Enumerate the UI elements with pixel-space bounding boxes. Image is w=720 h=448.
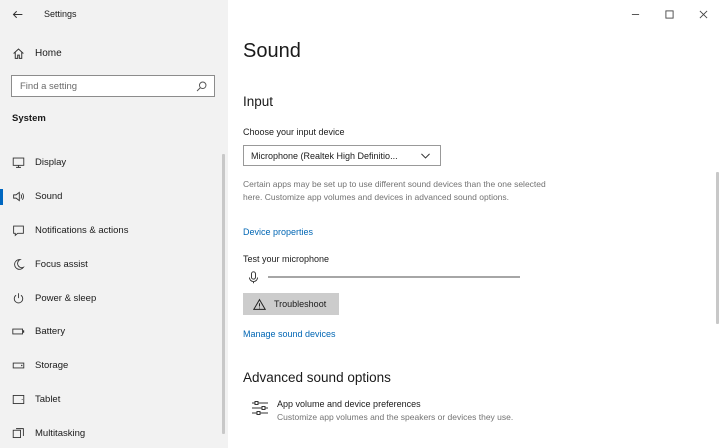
chevron-down-icon [419, 149, 432, 162]
back-button[interactable] [0, 0, 34, 28]
troubleshoot-label: Troubleshoot [274, 299, 327, 309]
sidebar-item-label: Storage [35, 360, 69, 372]
choose-device-label: Choose your input device [243, 127, 345, 137]
speaker-icon [12, 190, 25, 203]
app-volume-preferences-item[interactable]: App volume and device preferences Custom… [251, 399, 513, 422]
mic-level-row [247, 269, 547, 285]
sidebar-item-label: Focus assist [35, 258, 88, 270]
advanced-heading: Advanced sound options [243, 370, 391, 385]
page-title: Sound [243, 40, 301, 62]
sidebar-item-label: Notifications & actions [35, 224, 129, 236]
notification-icon [12, 224, 25, 237]
back-arrow-icon [11, 8, 24, 21]
home-icon [12, 47, 25, 60]
app-volume-title: App volume and device preferences [277, 399, 421, 409]
close-icon [697, 8, 710, 21]
main-scrollbar[interactable] [716, 172, 719, 324]
sidebar-item-multitasking[interactable]: Multitasking [0, 416, 228, 448]
sidebar-item-label: Display [35, 157, 67, 169]
minimize-icon [629, 8, 642, 21]
app-title: Settings [44, 9, 77, 19]
input-device-value: Microphone (Realtek High Definitio... [251, 150, 398, 161]
device-properties-link[interactable]: Device properties [243, 227, 313, 237]
sidebar-scrollbar[interactable] [222, 154, 225, 434]
input-device-dropdown[interactable]: Microphone (Realtek High Definitio... [243, 145, 441, 166]
sidebar-item-label: Tablet [35, 393, 61, 405]
microphone-icon [247, 270, 260, 284]
sidebar-item-label: Power & sleep [35, 292, 97, 304]
sidebar-item-label: Multitasking [35, 427, 86, 439]
search-box[interactable] [11, 75, 215, 97]
battery-icon [12, 325, 25, 338]
sidebar-item-label: Battery [35, 326, 66, 338]
storage-icon [12, 359, 25, 372]
input-heading: Input [243, 94, 274, 109]
power-icon [12, 292, 25, 305]
sidebar-nav: Display Sound Notifications & actions Fo… [0, 146, 228, 448]
tablet-icon [12, 393, 25, 406]
sidebar-item-storage[interactable]: Storage [0, 349, 228, 383]
test-mic-label: Test your microphone [243, 254, 330, 264]
title-bar: Settings [0, 0, 228, 28]
sidebar-item-notifications[interactable]: Notifications & actions [0, 214, 228, 248]
sidebar-item-focus-assist[interactable]: Focus assist [0, 247, 228, 281]
mic-level-meter [268, 276, 520, 278]
sidebar-item-sound[interactable]: Sound [0, 180, 228, 214]
search-icon[interactable] [195, 80, 208, 93]
sidebar-item-tablet[interactable]: Tablet [0, 383, 228, 417]
sidebar-item-label: Sound [35, 191, 63, 203]
warning-icon [253, 298, 266, 311]
home-nav-item[interactable]: Home [0, 42, 228, 64]
manage-sound-devices-link[interactable]: Manage sound devices [243, 329, 336, 339]
main-content: Sound Input Choose your input device Mic… [228, 0, 720, 448]
close-button[interactable] [686, 0, 720, 28]
search-input[interactable] [20, 80, 190, 92]
minimize-button[interactable] [618, 0, 652, 28]
app-volume-description: Customize app volumes and the speakers o… [277, 412, 514, 422]
section-title: System [12, 113, 46, 124]
sidebar-item-display[interactable]: Display [0, 146, 228, 180]
input-description: Certain apps may be set up to use differ… [243, 179, 546, 202]
maximize-icon [663, 8, 676, 21]
sidebar: Settings Home System Display Sound [0, 0, 228, 448]
sidebar-item-battery[interactable]: Battery [0, 315, 228, 349]
monitor-icon [12, 156, 25, 169]
sidebar-item-power-sleep[interactable]: Power & sleep [0, 281, 228, 315]
sliders-icon [251, 399, 269, 417]
window-controls [618, 0, 720, 28]
multitasking-icon [12, 427, 25, 440]
troubleshoot-button[interactable]: Troubleshoot [243, 293, 339, 315]
home-label: Home [35, 47, 62, 59]
moon-icon [12, 258, 25, 271]
maximize-button[interactable] [652, 0, 686, 28]
